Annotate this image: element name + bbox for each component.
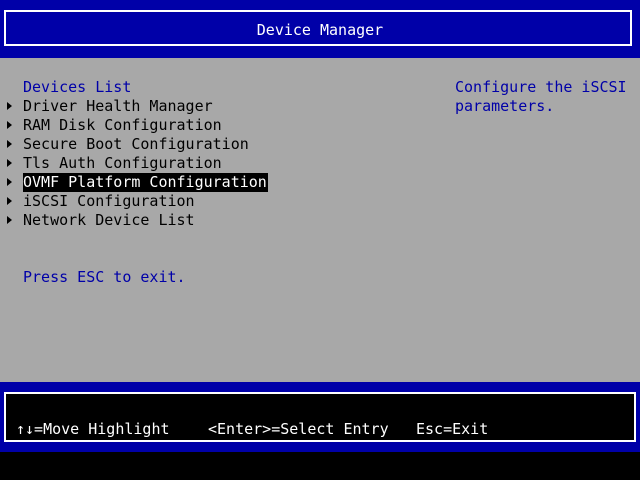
menu-item-secure-boot-configuration[interactable]: Secure Boot Configuration	[23, 135, 249, 154]
header-bar: Device Manager	[0, 0, 640, 58]
page-title: Device Manager	[256, 21, 384, 39]
submenu-arrow-icon	[7, 140, 12, 148]
menu-item-network-device-list[interactable]: Network Device List	[23, 211, 195, 230]
submenu-arrow-icon	[7, 178, 12, 186]
exit-instruction: Press ESC to exit.	[23, 268, 186, 286]
menu-item-tls-auth-configuration[interactable]: Tls Auth Configuration	[23, 154, 222, 173]
select-entry-hint: <Enter>=Select Entry	[208, 420, 389, 438]
footer-bar: ↑↓=Move Highlight <Enter>=Select Entry E…	[0, 382, 640, 452]
help-text-line-1: Configure the iSCSI	[455, 78, 627, 96]
main-panel: Devices List Driver Health Manager RAM D…	[0, 58, 640, 382]
bios-screen: Device Manager Devices List Driver Healt…	[0, 0, 640, 480]
esc-exit-hint: Esc=Exit	[416, 420, 489, 438]
move-highlight-hint: ↑↓=Move Highlight	[16, 420, 170, 438]
bottom-margin	[0, 452, 640, 480]
menu-item-iscsi-configuration[interactable]: iSCSI Configuration	[23, 192, 195, 211]
submenu-arrow-icon	[7, 121, 12, 129]
submenu-arrow-icon	[7, 197, 12, 205]
help-text-line-2: parameters.	[455, 97, 555, 115]
menu-item-ram-disk-configuration[interactable]: RAM Disk Configuration	[23, 116, 222, 135]
menu-item-driver-health-manager[interactable]: Driver Health Manager	[23, 97, 213, 116]
submenu-arrow-icon	[7, 159, 12, 167]
submenu-arrow-icon	[7, 216, 12, 224]
submenu-arrow-icon	[7, 102, 12, 110]
devices-list-heading: Devices List	[23, 78, 132, 96]
menu-item-ovmf-platform-configuration[interactable]: OVMF Platform Configuration	[23, 173, 268, 192]
